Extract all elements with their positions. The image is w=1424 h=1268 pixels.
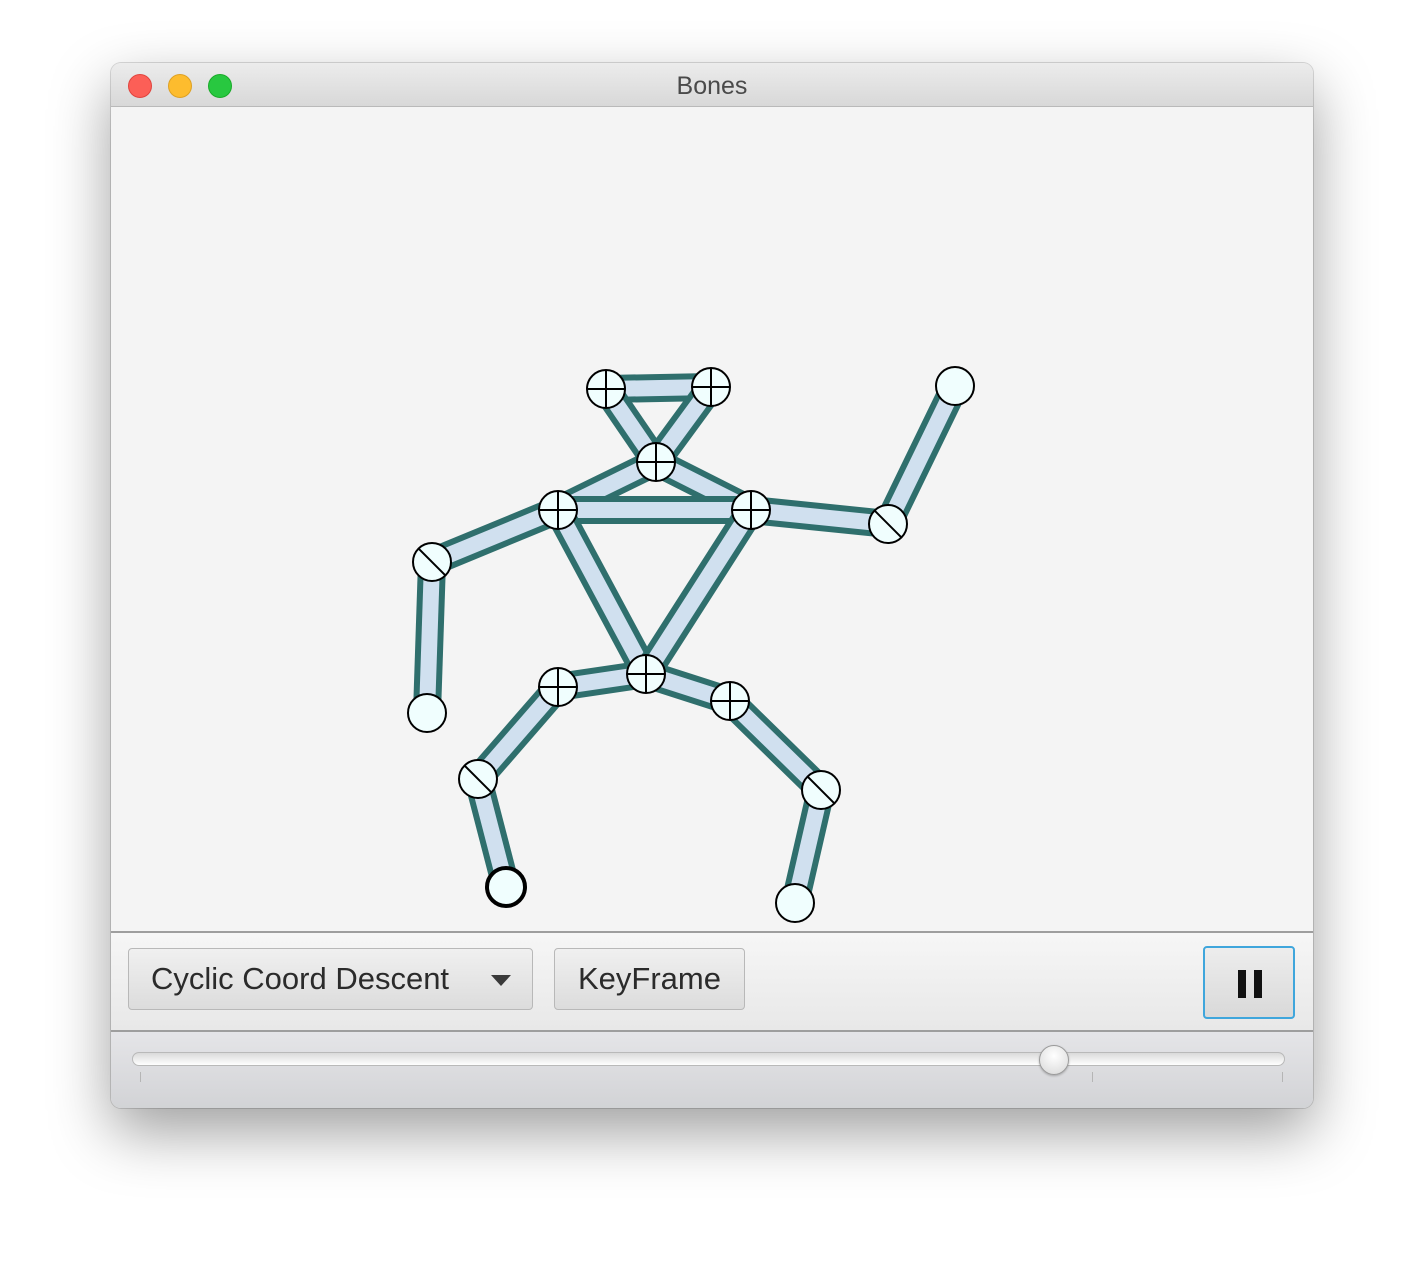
- joint-foot-right[interactable]: [775, 883, 815, 923]
- title-bar: Bones: [111, 63, 1313, 107]
- joint-head-right[interactable]: [691, 367, 731, 407]
- bone-elbow-left-to-hand-left[interactable]: [413, 561, 446, 714]
- skeleton-canvas[interactable]: [111, 107, 1313, 931]
- bone-shoulder-left-to-elbow-left[interactable]: [426, 497, 564, 575]
- bone-elbow-right-to-hand-right[interactable]: [875, 379, 968, 531]
- timeline-slider-thumb[interactable]: [1039, 1045, 1070, 1075]
- window-title: Bones: [676, 72, 748, 100]
- joint-elbow-right[interactable]: [868, 504, 908, 544]
- slider-tick-mid: [1092, 1072, 1093, 1082]
- slider-tick-start: [140, 1072, 141, 1082]
- bone-shoulder-right-to-pelvis[interactable]: [634, 502, 763, 682]
- joint-hip-left[interactable]: [538, 667, 578, 707]
- solver-select[interactable]: Cyclic Coord Descent: [128, 948, 533, 1010]
- joint-hand-right[interactable]: [935, 366, 975, 406]
- joint-shoulder-right[interactable]: [731, 490, 771, 530]
- pause-icon: [1238, 970, 1246, 998]
- slider-tick-end: [1282, 1072, 1283, 1082]
- joint-shoulder-left[interactable]: [538, 490, 578, 530]
- timeline-slider-area: [111, 1032, 1313, 1108]
- joint-pelvis[interactable]: [626, 654, 666, 694]
- solver-select-value: Cyclic Coord Descent: [151, 961, 450, 996]
- joint-neck[interactable]: [636, 442, 676, 482]
- bones-layer: [413, 373, 968, 907]
- chevron-down-icon: [491, 975, 511, 986]
- joint-hand-left[interactable]: [407, 693, 447, 733]
- skeleton-drawing[interactable]: [111, 107, 1313, 931]
- app-window: Bones Cyclic Coord Descent KeyFrame: [111, 63, 1313, 1108]
- bone-shoulder-right-to-elbow-right[interactable]: [749, 496, 890, 538]
- joint-knee-left[interactable]: [458, 759, 498, 799]
- bone-shoulder-left-to-pelvis[interactable]: [545, 503, 659, 681]
- keyframe-button[interactable]: KeyFrame: [554, 948, 745, 1010]
- pause-button[interactable]: [1203, 946, 1295, 1019]
- timeline-slider-track[interactable]: [132, 1052, 1285, 1066]
- joint-head-left[interactable]: [586, 369, 626, 409]
- joint-foot-left[interactable]: [485, 866, 527, 908]
- joint-knee-right[interactable]: [801, 770, 841, 810]
- pause-icon-bar: [1254, 970, 1262, 998]
- joint-elbow-left[interactable]: [412, 542, 452, 582]
- joint-hip-right[interactable]: [710, 681, 750, 721]
- toolbar: Cyclic Coord Descent KeyFrame: [111, 931, 1313, 1032]
